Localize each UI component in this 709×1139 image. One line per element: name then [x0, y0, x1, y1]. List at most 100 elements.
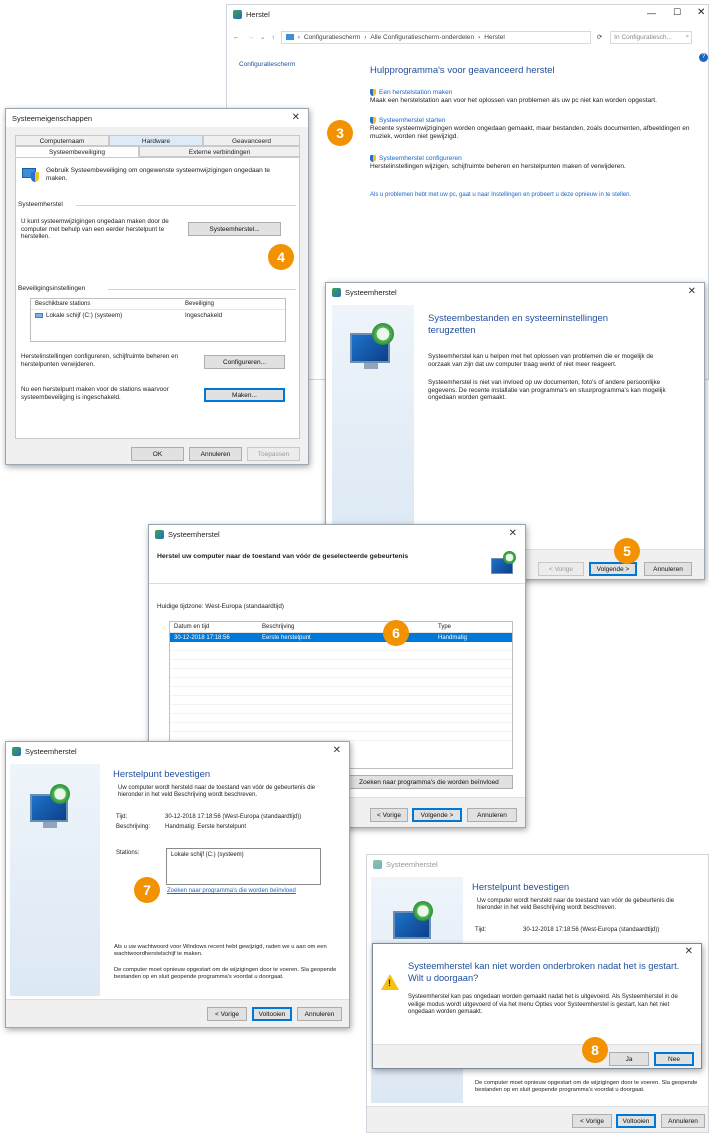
time-value: 30-12-2018 17:18:56 (West-Europa (standa…: [523, 927, 660, 933]
configure-button[interactable]: Configureren...: [204, 355, 285, 369]
close-icon[interactable]: ✕: [697, 7, 705, 18]
forward-arrow-icon[interactable]: →: [248, 34, 255, 41]
back-button[interactable]: < Vorige: [370, 808, 408, 822]
scan-affected-programs-link[interactable]: Zoeken naar programma's die worden beïnv…: [167, 888, 296, 894]
timezone-label: Huidige tijdzone: West-Europa (standaard…: [157, 603, 284, 610]
wizard3-heading: Herstelpunt bevestigen: [113, 769, 211, 780]
create-button[interactable]: Maken...: [204, 388, 285, 402]
step-badge-7: 7: [134, 877, 160, 903]
column-header-type[interactable]: Type: [438, 624, 451, 630]
next-button[interactable]: Volgende >: [412, 808, 462, 822]
help-icon[interactable]: ?: [699, 53, 708, 62]
column-header-protection[interactable]: Beveiliging: [185, 301, 214, 307]
step-badge-5: 5: [614, 538, 640, 564]
close-icon[interactable]: ✕: [333, 745, 341, 756]
back-button[interactable]: < Vorige: [538, 562, 584, 576]
system-restore-icon: [12, 746, 21, 756]
restore-point-row[interactable]: 30-12-2018 17:18:56 Eerste herstelpunt H…: [170, 633, 512, 642]
minimize-icon[interactable]: —: [647, 8, 656, 18]
close-icon[interactable]: ✕: [292, 112, 300, 123]
breadcrumb-item[interactable]: Configuratiescherm: [304, 34, 360, 41]
link-start-system-restore[interactable]: Systeemherstel starten: [379, 117, 445, 124]
reset-pc-link[interactable]: Als u problemen hebt met uw pc, gaat u n…: [370, 192, 705, 198]
wizard1-title: Systeemherstel: [345, 287, 397, 297]
column-header-description[interactable]: Beschrijving: [262, 624, 438, 630]
computer-shield-icon: [22, 166, 40, 182]
wizard1-titlebar: Systeemherstel: [326, 283, 704, 301]
apply-button[interactable]: Toepassen: [247, 447, 300, 461]
drive-icon: [35, 312, 43, 318]
column-header-drives[interactable]: Beschikbare stations: [35, 301, 185, 307]
herstel-titlebar: Herstel: [227, 5, 708, 23]
no-button[interactable]: Nee: [654, 1052, 694, 1066]
drives-list: Beschikbare stations Beveiliging Lokale …: [30, 298, 286, 342]
tab-computernaam[interactable]: Computernaam: [15, 135, 109, 146]
ok-button[interactable]: OK: [131, 447, 184, 461]
system-restore-icon: [155, 529, 164, 539]
start-restore-description: Recente systeemwijzigingen worden ongeda…: [370, 125, 690, 140]
restore-computer-icon: [389, 901, 439, 949]
sysprops-intro: Gebruik Systeembeveiliging om ongewenste…: [46, 167, 271, 182]
close-icon[interactable]: ✕: [685, 946, 693, 957]
create-description: Nu een herstelpunt maken voor de station…: [21, 386, 169, 401]
breadcrumb-item[interactable]: Herstel: [484, 34, 505, 41]
time-label: Tijd:: [116, 814, 128, 820]
back-button[interactable]: < Vorige: [572, 1114, 612, 1128]
column-header-date[interactable]: Datum en tijd: [174, 624, 262, 630]
address-bar[interactable]: › Configuratiescherm › Alle Configuratie…: [280, 30, 591, 44]
tab-externe-verbindingen[interactable]: Externe verbindingen: [139, 146, 300, 157]
close-icon[interactable]: ✕: [509, 528, 517, 539]
finish-button[interactable]: Voltooien: [616, 1114, 656, 1128]
cancel-button[interactable]: Annuleren: [644, 562, 692, 576]
restart-note: De computer moet opnieuw opgestart om de…: [475, 1080, 698, 1093]
confirm-question: Systeemherstel kan niet worden onderbrok…: [408, 961, 680, 983]
restore-point-date: 30-12-2018 17:18:56: [174, 634, 230, 641]
maximize-icon[interactable]: ☐: [673, 7, 681, 18]
drives-box: Lokale schijf (C:) (systeem): [166, 848, 321, 885]
up-arrow-icon[interactable]: ↑: [271, 34, 274, 41]
tab-hardware[interactable]: Hardware: [109, 135, 203, 146]
password-note: Als u uw wachtwoord voor Windows recent …: [114, 944, 327, 957]
sidebar-link-configuratiescherm[interactable]: Configuratiescherm: [239, 61, 295, 68]
item-recovery-drive: Een herstelstation maken Maak een herste…: [370, 89, 700, 105]
cancel-button[interactable]: Annuleren: [297, 1007, 342, 1021]
restart-note: De computer moet opnieuw opgestart om de…: [114, 967, 337, 980]
restore-computer-icon: [489, 551, 519, 579]
yes-button[interactable]: Ja: [609, 1052, 649, 1066]
folder-icon: [285, 34, 294, 40]
search-input[interactable]: In Configuratiesch... ⌕: [610, 30, 693, 44]
description-label: Beschrijving:: [116, 824, 151, 830]
confirm-footer: [373, 1044, 701, 1068]
item-start-restore: Systeemherstel starten Recente systeemwi…: [370, 117, 690, 141]
configure-restore-description: Herstelinstellingen wijzigen, schijfruim…: [370, 163, 626, 170]
time-label: Tijd:: [475, 927, 487, 933]
tab-geavanceerd[interactable]: Geavanceerd: [203, 135, 300, 146]
refresh-icon[interactable]: ⟳: [597, 33, 602, 41]
drive-row[interactable]: Lokale schijf (C:) (systeem) Ingeschakel…: [31, 310, 285, 320]
close-icon[interactable]: ✕: [688, 286, 696, 297]
wizard4-footer: [367, 1106, 708, 1132]
back-button[interactable]: < Vorige: [207, 1007, 247, 1021]
cancel-button[interactable]: Annuleren: [661, 1114, 705, 1128]
wizard4-heading: Herstelpunt bevestigen: [472, 882, 570, 893]
scan-affected-programs-button[interactable]: Zoeken naar programma's die worden beïnv…: [345, 775, 513, 789]
breadcrumb-item[interactable]: Alle Configuratiescherm-onderdelen: [370, 34, 474, 41]
cancel-button[interactable]: Annuleren: [467, 808, 517, 822]
back-arrow-icon[interactable]: ←: [233, 34, 240, 41]
herstel-title: Herstel: [246, 9, 270, 19]
next-button[interactable]: Volgende >: [589, 562, 637, 576]
link-configure-system-restore[interactable]: Systeemherstel configureren: [379, 155, 462, 162]
confirm-dialog: ✕ ! Systeemherstel kan niet worden onder…: [372, 943, 702, 1069]
recovery-drive-description: Maak een herstelstation aan voor het opl…: [370, 97, 657, 104]
restore-point-type: Handmatig: [438, 634, 468, 641]
finish-button[interactable]: Voltooien: [252, 1007, 292, 1021]
wizard4-intro: Uw computer wordt hersteld naar de toest…: [477, 898, 675, 911]
step-badge-4: 4: [268, 244, 294, 270]
chevron-down-icon[interactable]: ⌄: [260, 33, 265, 41]
tab-systeembeveiliging[interactable]: Systeembeveiliging: [15, 146, 139, 157]
link-create-recovery-drive[interactable]: Een herstelstation maken: [379, 89, 452, 96]
system-restore-button[interactable]: Systeemherstel...: [188, 222, 281, 236]
system-restore-wizard-confirm: Systeemherstel ✕ Herstelpunt bevestigen …: [5, 741, 350, 1028]
restore-computer-icon: [346, 323, 398, 373]
cancel-button[interactable]: Annuleren: [189, 447, 242, 461]
